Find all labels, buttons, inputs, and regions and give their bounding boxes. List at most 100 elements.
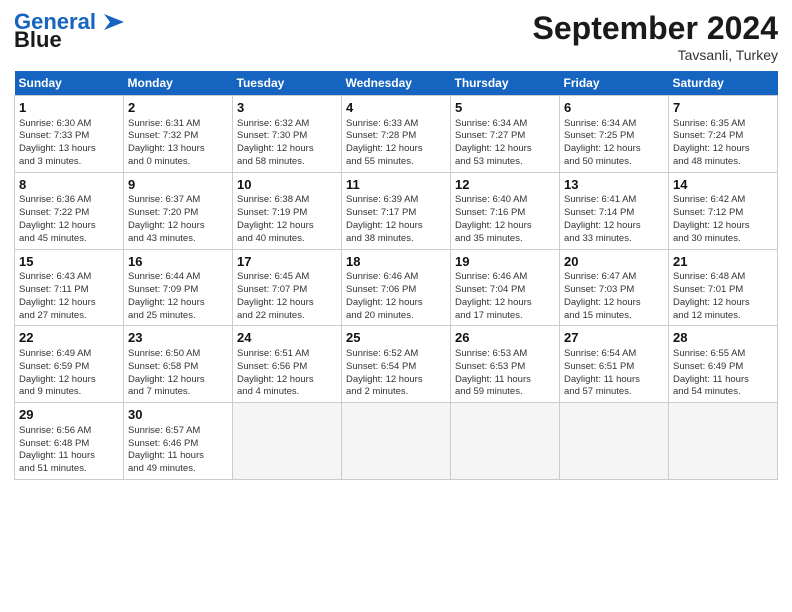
page-container: General Blue September 2024 Tavsanli, Tu… <box>0 0 792 488</box>
day-cell: 23Sunrise: 6:50 AMSunset: 6:58 PMDayligh… <box>124 326 233 403</box>
day-info: and 45 minutes. <box>19 233 119 246</box>
header-cell-thursday: Thursday <box>451 71 560 96</box>
day-cell <box>342 403 451 480</box>
day-number: 25 <box>346 329 446 347</box>
week-row-5: 29Sunrise: 6:56 AMSunset: 6:48 PMDayligh… <box>15 403 778 480</box>
day-info: and 0 minutes. <box>128 156 228 169</box>
day-info: and 55 minutes. <box>346 156 446 169</box>
day-cell: 13Sunrise: 6:41 AMSunset: 7:14 PMDayligh… <box>560 172 669 249</box>
day-number: 6 <box>564 99 664 117</box>
day-cell <box>560 403 669 480</box>
day-cell: 14Sunrise: 6:42 AMSunset: 7:12 PMDayligh… <box>669 172 778 249</box>
header-cell-tuesday: Tuesday <box>233 71 342 96</box>
day-info: Daylight: 12 hours <box>346 143 446 156</box>
day-info: Daylight: 12 hours <box>673 297 773 310</box>
day-info: Sunset: 7:03 PM <box>564 284 664 297</box>
day-info: and 30 minutes. <box>673 233 773 246</box>
day-info: and 25 minutes. <box>128 310 228 323</box>
day-info: Daylight: 12 hours <box>346 220 446 233</box>
day-info: Daylight: 12 hours <box>564 297 664 310</box>
day-info: Daylight: 12 hours <box>19 220 119 233</box>
day-cell: 12Sunrise: 6:40 AMSunset: 7:16 PMDayligh… <box>451 172 560 249</box>
day-info: Sunrise: 6:55 AM <box>673 348 773 361</box>
day-number: 9 <box>128 176 228 194</box>
day-info: and 40 minutes. <box>237 233 337 246</box>
day-cell: 15Sunrise: 6:43 AMSunset: 7:11 PMDayligh… <box>15 249 124 326</box>
day-number: 11 <box>346 176 446 194</box>
day-cell: 20Sunrise: 6:47 AMSunset: 7:03 PMDayligh… <box>560 249 669 326</box>
day-info: Sunset: 7:30 PM <box>237 130 337 143</box>
day-info: Sunrise: 6:53 AM <box>455 348 555 361</box>
day-info: Sunrise: 6:40 AM <box>455 194 555 207</box>
day-info: Sunrise: 6:36 AM <box>19 194 119 207</box>
day-info: Sunset: 6:56 PM <box>237 361 337 374</box>
day-cell: 9Sunrise: 6:37 AMSunset: 7:20 PMDaylight… <box>124 172 233 249</box>
day-cell: 17Sunrise: 6:45 AMSunset: 7:07 PMDayligh… <box>233 249 342 326</box>
day-info: Sunrise: 6:50 AM <box>128 348 228 361</box>
day-info: Daylight: 11 hours <box>564 374 664 387</box>
day-info: Sunset: 7:19 PM <box>237 207 337 220</box>
day-info: Daylight: 13 hours <box>19 143 119 156</box>
day-info: Daylight: 12 hours <box>455 220 555 233</box>
day-info: and 2 minutes. <box>346 386 446 399</box>
day-cell: 19Sunrise: 6:46 AMSunset: 7:04 PMDayligh… <box>451 249 560 326</box>
day-number: 27 <box>564 329 664 347</box>
day-info: Sunset: 7:20 PM <box>128 207 228 220</box>
day-info: Sunset: 7:12 PM <box>673 207 773 220</box>
day-number: 26 <box>455 329 555 347</box>
header-cell-saturday: Saturday <box>669 71 778 96</box>
day-info: Sunrise: 6:46 AM <box>455 271 555 284</box>
day-info: and 38 minutes. <box>346 233 446 246</box>
header-row: SundayMondayTuesdayWednesdayThursdayFrid… <box>15 71 778 96</box>
day-number: 20 <box>564 253 664 271</box>
day-info: and 33 minutes. <box>564 233 664 246</box>
day-info: Daylight: 13 hours <box>128 143 228 156</box>
header-cell-monday: Monday <box>124 71 233 96</box>
day-cell: 27Sunrise: 6:54 AMSunset: 6:51 PMDayligh… <box>560 326 669 403</box>
day-info: Sunrise: 6:48 AM <box>673 271 773 284</box>
day-number: 13 <box>564 176 664 194</box>
day-info: and 4 minutes. <box>237 386 337 399</box>
day-cell: 8Sunrise: 6:36 AMSunset: 7:22 PMDaylight… <box>15 172 124 249</box>
day-info: Sunrise: 6:54 AM <box>564 348 664 361</box>
day-info: Sunset: 7:11 PM <box>19 284 119 297</box>
day-info: Sunset: 7:07 PM <box>237 284 337 297</box>
day-info: Sunset: 6:48 PM <box>19 438 119 451</box>
day-info: Daylight: 12 hours <box>237 374 337 387</box>
day-info: Sunset: 6:54 PM <box>346 361 446 374</box>
day-cell: 11Sunrise: 6:39 AMSunset: 7:17 PMDayligh… <box>342 172 451 249</box>
day-info: Sunset: 7:33 PM <box>19 130 119 143</box>
day-info: and 15 minutes. <box>564 310 664 323</box>
day-cell: 30Sunrise: 6:57 AMSunset: 6:46 PMDayligh… <box>124 403 233 480</box>
day-info: Daylight: 11 hours <box>128 450 228 463</box>
day-info: and 35 minutes. <box>455 233 555 246</box>
day-info: and 50 minutes. <box>564 156 664 169</box>
day-info: Daylight: 12 hours <box>455 297 555 310</box>
day-info: Sunset: 7:32 PM <box>128 130 228 143</box>
day-info: Sunset: 7:14 PM <box>564 207 664 220</box>
day-info: Sunset: 6:59 PM <box>19 361 119 374</box>
day-cell: 6Sunrise: 6:34 AMSunset: 7:25 PMDaylight… <box>560 96 669 173</box>
day-cell: 21Sunrise: 6:48 AMSunset: 7:01 PMDayligh… <box>669 249 778 326</box>
month-title: September 2024 <box>533 10 778 47</box>
day-info: and 51 minutes. <box>19 463 119 476</box>
day-info: Sunrise: 6:34 AM <box>564 118 664 131</box>
day-number: 15 <box>19 253 119 271</box>
day-cell: 2Sunrise: 6:31 AMSunset: 7:32 PMDaylight… <box>124 96 233 173</box>
day-number: 12 <box>455 176 555 194</box>
day-info: and 58 minutes. <box>237 156 337 169</box>
day-cell: 4Sunrise: 6:33 AMSunset: 7:28 PMDaylight… <box>342 96 451 173</box>
day-info: and 22 minutes. <box>237 310 337 323</box>
header-cell-wednesday: Wednesday <box>342 71 451 96</box>
day-info: Sunset: 7:27 PM <box>455 130 555 143</box>
day-info: and 54 minutes. <box>673 386 773 399</box>
day-number: 14 <box>673 176 773 194</box>
day-info: Sunrise: 6:47 AM <box>564 271 664 284</box>
day-cell: 5Sunrise: 6:34 AMSunset: 7:27 PMDaylight… <box>451 96 560 173</box>
day-info: and 20 minutes. <box>346 310 446 323</box>
day-cell: 1Sunrise: 6:30 AMSunset: 7:33 PMDaylight… <box>15 96 124 173</box>
week-row-4: 22Sunrise: 6:49 AMSunset: 6:59 PMDayligh… <box>15 326 778 403</box>
day-info: Sunrise: 6:52 AM <box>346 348 446 361</box>
day-info: Sunset: 6:51 PM <box>564 361 664 374</box>
week-row-2: 8Sunrise: 6:36 AMSunset: 7:22 PMDaylight… <box>15 172 778 249</box>
